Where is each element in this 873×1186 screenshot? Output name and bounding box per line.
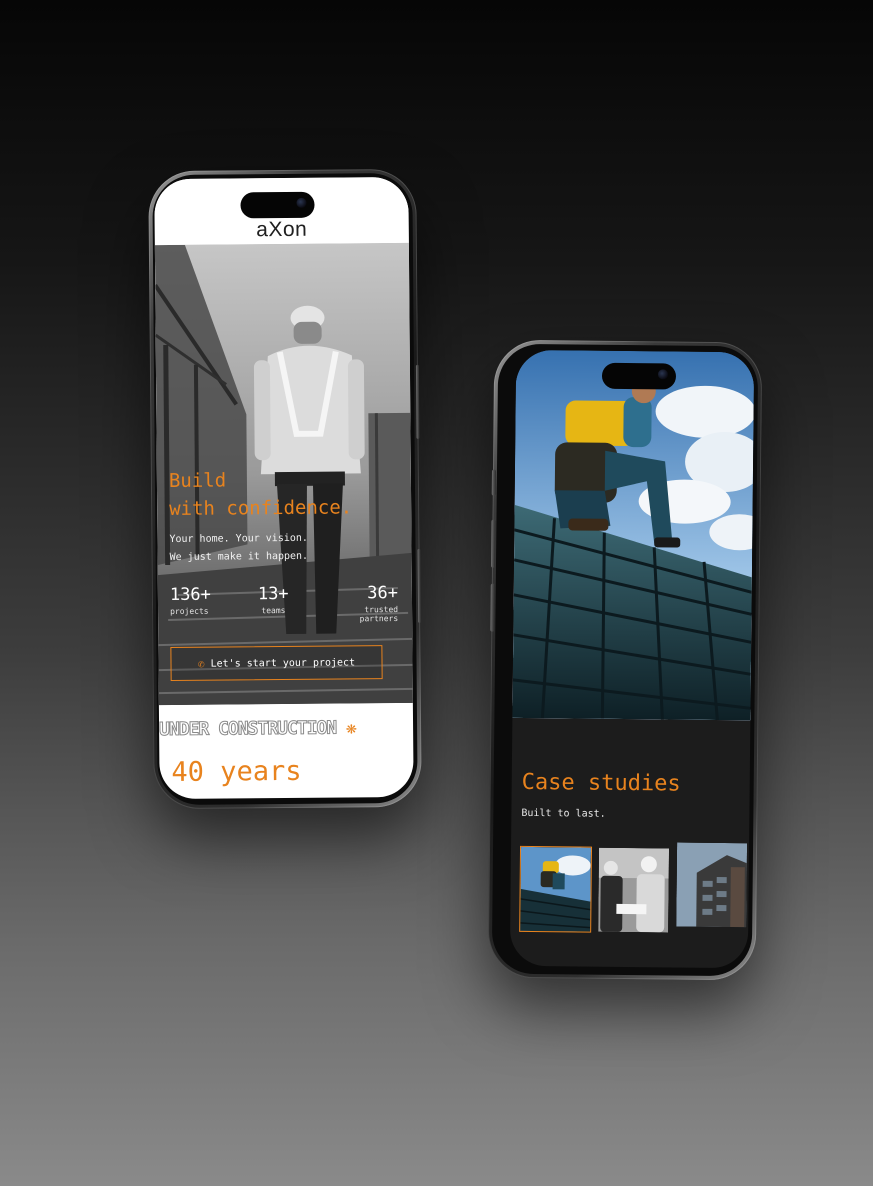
hero-title-line: with confidence.	[169, 496, 353, 521]
phone-mockup-left: aXon Build with confidence. Your home. Y…	[148, 168, 422, 810]
building-thumbnail[interactable]	[676, 842, 748, 928]
stat-partners: 36+ trusted partners	[359, 583, 399, 624]
phone-mockup-right: Case studies Built to last.	[487, 339, 763, 981]
stat-projects: 136+ projects	[170, 585, 211, 616]
start-project-button[interactable]: ✆ Let's start your project	[170, 645, 383, 682]
dynamic-island	[240, 191, 315, 219]
hero-subtitle-line: Your home. Your vision.	[169, 532, 308, 546]
stat-label: partners	[359, 614, 399, 624]
side-button	[417, 548, 422, 623]
stat-value: 13+	[257, 583, 289, 605]
stat-teams: 13+ teams	[258, 584, 289, 615]
phone-icon: ✆	[197, 657, 205, 671]
roofer-photo-illustration	[512, 349, 755, 721]
phone-screen: Case studies Built to last.	[509, 349, 755, 969]
engineers-thumbnail[interactable]	[598, 847, 670, 933]
stat-value: 136+	[169, 584, 211, 606]
hero-section: Build with confidence. Your home. Your v…	[154, 242, 413, 706]
hero-title: Build with confidence.	[169, 465, 353, 523]
case-studies-title: Case studies	[521, 769, 681, 797]
phone-screen: aXon Build with confidence. Your home. Y…	[154, 176, 414, 800]
case-studies-subtitle: Built to last.	[521, 807, 606, 820]
start-project-button-label: Let's start your project	[210, 656, 356, 670]
side-button	[415, 364, 420, 439]
stat-label: projects	[170, 606, 209, 617]
side-button	[490, 583, 495, 632]
stat-label: trusted	[364, 605, 399, 615]
roofer-thumbnail[interactable]	[519, 845, 593, 933]
axon-logo[interactable]: aXon	[155, 217, 409, 243]
hero-title-line: Build	[168, 469, 227, 493]
marquee-text: UNDER CONSTRUCTION	[159, 717, 337, 741]
asterisk-icon: ❋	[345, 717, 356, 739]
hero-subtitle-line: We just make it happen.	[169, 550, 309, 564]
side-button	[491, 469, 496, 496]
stat-label: teams	[261, 606, 286, 616]
years-heading: 40 years	[171, 755, 302, 789]
under-construction-marquee: UNDER CONSTRUCTION ❋	[159, 717, 413, 741]
dynamic-island	[601, 362, 677, 390]
hero-subtitle: Your home. Your vision. We just make it …	[169, 530, 308, 567]
side-button	[490, 519, 496, 568]
roofer-hero-photo	[512, 349, 755, 721]
stat-value: 36+	[367, 583, 398, 604]
